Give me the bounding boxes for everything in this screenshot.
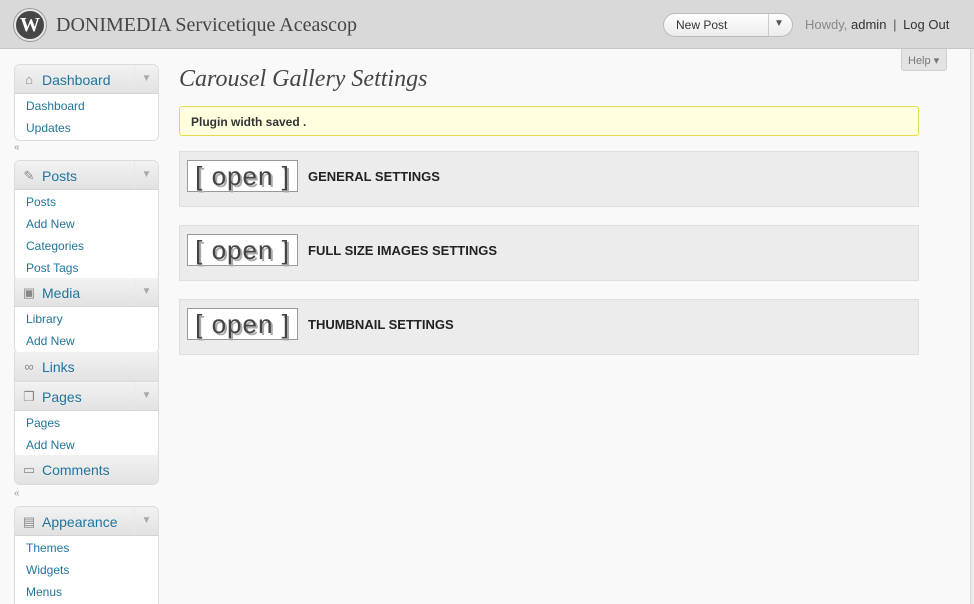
submenu-add-new-page[interactable]: Add New [15, 433, 158, 455]
menu-toggle-icon[interactable]: ▼ [134, 161, 158, 189]
settings-panel-thumbnail: [ open ] THUMBNAIL SETTINGS [179, 299, 919, 355]
home-icon: ⌂ [25, 72, 33, 87]
menu-toggle-icon[interactable]: ▼ [134, 65, 158, 93]
menu-head-links[interactable]: ∞ Links [15, 352, 158, 381]
menu-label-links[interactable]: Links [42, 359, 75, 375]
open-button[interactable]: [ open ] [187, 308, 298, 340]
dropdown-divider [768, 14, 769, 36]
collapse-arrow-icon[interactable]: « [14, 142, 20, 153]
submenu-menus[interactable]: Menus [15, 580, 158, 602]
menu-comments: ▭ Comments [14, 455, 159, 485]
settings-panel-general: [ open ] GENERAL SETTINGS [179, 151, 919, 207]
submenu-widgets[interactable]: Widgets [15, 558, 158, 580]
menu-head-posts[interactable]: ✎ Posts ▼ [15, 161, 158, 190]
logout-link[interactable]: Log Out [903, 17, 949, 32]
submenu-library[interactable]: Library [15, 307, 158, 329]
menu-label-pages[interactable]: Pages [42, 389, 82, 405]
submenu-categories[interactable]: Categories [15, 234, 158, 256]
pages-icon: ❐ [23, 389, 35, 404]
admin-header: W DONIMEDIA Servicetique Aceascop New Po… [0, 0, 974, 49]
menu-label-posts[interactable]: Posts [42, 168, 77, 184]
appearance-icon: ▤ [22, 514, 36, 529]
menu-head-pages[interactable]: ❐ Pages ▼ [15, 382, 158, 411]
submenu-add-new-post[interactable]: Add New [15, 212, 158, 234]
username-link[interactable]: admin [851, 17, 886, 32]
link-icon: ∞ [24, 359, 34, 374]
collapse-arrow-icon[interactable]: « [14, 488, 20, 499]
open-button-label[interactable]: [ open ] [188, 309, 297, 339]
submenu-posts[interactable]: Posts [15, 190, 158, 212]
menu-label-comments[interactable]: Comments [42, 462, 110, 478]
panel-title: FULL SIZE IMAGES SETTINGS [308, 243, 497, 258]
submenu-updates[interactable]: Updates [15, 116, 158, 138]
notice-text: Plugin width saved . [191, 115, 307, 129]
menu-toggle-icon[interactable]: ▼ [134, 382, 158, 410]
menu-head-appearance[interactable]: ▤ Appearance ▼ [15, 507, 158, 536]
open-button[interactable]: [ open ] [187, 160, 298, 192]
help-tab[interactable]: Help ▾ [901, 49, 947, 71]
pin-icon: ✎ [23, 168, 35, 183]
menu-head-comments[interactable]: ▭ Comments [15, 455, 158, 484]
media-icon: ▣ [22, 285, 36, 300]
panel-title: THUMBNAIL SETTINGS [308, 317, 454, 332]
new-post-label[interactable]: New Post [676, 18, 727, 32]
site-title[interactable]: DONIMEDIA Servicetique Aceascop [56, 14, 357, 37]
wordpress-logo-glyph: W [20, 14, 40, 36]
menu-label-dashboard[interactable]: Dashboard [42, 72, 111, 88]
menu-toggle-icon[interactable]: ▼ [134, 507, 158, 535]
separator: | [893, 17, 897, 32]
submenu-add-new-media[interactable]: Add New [15, 329, 158, 351]
settings-panel-full-size: [ open ] FULL SIZE IMAGES SETTINGS [179, 225, 919, 281]
notice-message: Plugin width saved . [179, 106, 919, 136]
menu-label-media[interactable]: Media [42, 285, 80, 301]
open-button-label[interactable]: [ open ] [188, 235, 297, 265]
submenu-dashboard[interactable]: Dashboard [15, 94, 158, 116]
menu-head-dashboard[interactable]: ⌂ Dashboard ▼ [15, 65, 158, 94]
open-button-label[interactable]: [ open ] [188, 161, 297, 191]
menu-head-media[interactable]: ▣ Media ▼ [15, 278, 158, 307]
menu-dashboard: ⌂ Dashboard ▼ Dashboard Updates [14, 64, 159, 141]
panel-title: GENERAL SETTINGS [308, 169, 440, 184]
page-title: Carousel Gallery Settings [179, 66, 428, 92]
submenu-themes[interactable]: Themes [15, 536, 158, 558]
chevron-down-icon[interactable]: ▼ [774, 18, 784, 29]
menu-appearance: ▤ Appearance ▼ Themes Widgets Menus [14, 506, 159, 604]
menu-toggle-icon[interactable]: ▼ [134, 278, 158, 306]
submenu-post-tags[interactable]: Post Tags [15, 256, 158, 278]
wordpress-logo-icon[interactable]: W [14, 9, 46, 41]
menu-links: ∞ Links [14, 352, 159, 382]
menu-pages: ❐ Pages ▼ Pages Add New [14, 381, 159, 458]
howdy-text: Howdy, [805, 17, 848, 32]
open-button[interactable]: [ open ] [187, 234, 298, 266]
scrollbar-track[interactable] [970, 49, 974, 604]
comment-icon: ▭ [22, 462, 36, 477]
menu-media: ▣ Media ▼ Library Add New [14, 278, 159, 354]
menu-label-appearance[interactable]: Appearance [42, 514, 118, 530]
user-greeting: Howdy, admin | Log Out [805, 17, 949, 32]
menu-posts: ✎ Posts ▼ Posts Add New Categories Post … [14, 160, 159, 281]
new-post-dropdown[interactable]: New Post ▼ [663, 13, 793, 37]
submenu-pages[interactable]: Pages [15, 411, 158, 433]
